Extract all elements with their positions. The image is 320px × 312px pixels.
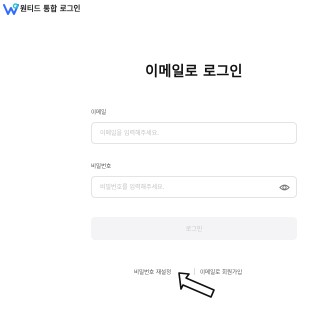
- pointer-arrow-icon: [178, 272, 215, 298]
- header-bar: 원티드 통합 로그인: [0, 0, 310, 18]
- wanted-logo-icon: [3, 3, 19, 15]
- password-field-wrapper: [91, 176, 297, 198]
- reset-password-link[interactable]: 비밀번호 재설정: [134, 268, 171, 276]
- eye-icon[interactable]: [279, 182, 290, 193]
- password-input[interactable]: [100, 177, 270, 197]
- page-title: 이메일로 로그인: [145, 64, 243, 80]
- email-label: 이메일: [91, 110, 107, 116]
- email-field-wrapper: [91, 122, 297, 144]
- login-button[interactable]: 로그인: [91, 217, 297, 240]
- password-label: 비밀번호: [91, 164, 112, 170]
- header-title: 원티드 통합 로그인: [20, 4, 81, 13]
- email-input[interactable]: [100, 123, 270, 143]
